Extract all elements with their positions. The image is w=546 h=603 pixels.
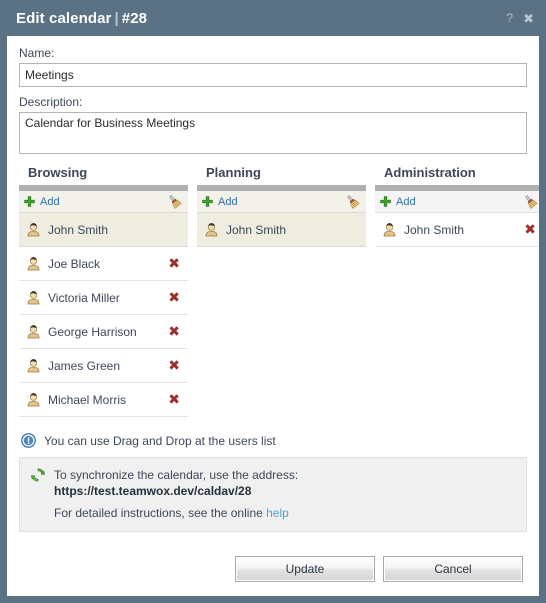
user-name: John Smith	[48, 222, 109, 237]
column-title-administration: Administration	[384, 165, 476, 180]
avatar	[26, 324, 41, 339]
close-icon[interactable]: ✖	[523, 12, 534, 25]
remove-user-icon[interactable]: ✖	[524, 223, 536, 237]
help-link[interactable]: help	[266, 506, 289, 520]
dialog-body: Name: Description: Calendar for Business…	[7, 36, 539, 596]
update-button[interactable]: Update	[235, 556, 375, 582]
user-name: John Smith	[226, 222, 287, 237]
avatar	[382, 222, 397, 237]
remove-user-icon[interactable]: ✖	[168, 393, 180, 407]
column-title-browsing: Browsing	[28, 165, 88, 180]
user-name: Michael Morris	[48, 392, 127, 407]
plus-icon[interactable]	[24, 196, 35, 207]
list-item[interactable]: John Smith	[19, 213, 188, 247]
plus-icon[interactable]	[380, 196, 391, 207]
list-item[interactable]: Michael Morris ✖	[19, 383, 188, 417]
cancel-button[interactable]: Cancel	[383, 556, 523, 582]
dragdrop-text: You can use Drag and Drop at the users l…	[44, 433, 276, 448]
description-textarea[interactable]: Calendar for Business Meetings	[19, 112, 527, 154]
user-name: George Harrison	[48, 324, 137, 339]
column-header-administration: Add	[375, 191, 539, 213]
sync-info-box: To synchronize the calendar, use the add…	[19, 457, 527, 532]
title-label: Edit calendar	[16, 9, 112, 27]
remove-user-icon[interactable]: ✖	[168, 257, 180, 271]
question-mark-icon[interactable]: ?	[506, 12, 513, 24]
broom-icon[interactable]	[345, 194, 360, 209]
add-user-link-browsing[interactable]: Add	[40, 196, 60, 208]
user-name: Victoria Miller	[48, 290, 120, 305]
name-label: Name:	[19, 46, 55, 60]
avatar	[26, 256, 41, 271]
name-input[interactable]	[19, 63, 527, 87]
broom-icon[interactable]	[523, 194, 538, 209]
avatar	[204, 222, 219, 237]
broom-icon[interactable]	[167, 194, 182, 209]
dialog-footer: Update Cancel	[7, 556, 539, 596]
title-bar-buttons: ? ✖	[506, 12, 534, 25]
column-administration: Administration Add John Smith ✖	[375, 165, 539, 417]
user-list-planning: John Smith	[197, 213, 366, 247]
user-name: Joe Black	[48, 256, 101, 271]
avatar	[26, 392, 41, 407]
info-icon	[21, 433, 36, 448]
avatar	[26, 290, 41, 305]
column-browsing: Browsing Add John Smith Joe Black ✖ Vict…	[19, 165, 188, 417]
user-name: James Green	[48, 358, 121, 373]
description-label: Description:	[19, 95, 83, 109]
user-list-administration: John Smith ✖	[375, 213, 539, 247]
sync-help-prefix: For detailed instructions, see the onlin…	[54, 506, 267, 520]
page-title: Edit calendar | #28	[16, 10, 147, 27]
sync-body: To synchronize the calendar, use the add…	[54, 467, 298, 521]
record-id: #28	[121, 9, 148, 27]
user-list-browsing: John Smith Joe Black ✖ Victoria Miller ✖…	[19, 213, 188, 417]
column-title-planning: Planning	[206, 165, 261, 180]
list-item[interactable]: Victoria Miller ✖	[19, 281, 188, 315]
sync-url: https://test.teamwox.dev/caldav/28	[54, 484, 252, 498]
add-user-link-administration[interactable]: Add	[396, 196, 416, 208]
remove-user-icon[interactable]: ✖	[168, 325, 180, 339]
title-bar: Edit calendar | #28 ? ✖	[0, 0, 546, 36]
avatar	[26, 222, 41, 237]
list-item[interactable]: John Smith ✖	[375, 213, 539, 247]
permission-columns: Browsing Add John Smith Joe Black ✖ Vict…	[19, 165, 539, 417]
remove-user-icon[interactable]: ✖	[168, 291, 180, 305]
title-separator: |	[114, 9, 119, 27]
add-user-link-planning[interactable]: Add	[218, 196, 238, 208]
dialog-content: Name: Description: Calendar for Business…	[7, 36, 539, 556]
plus-icon[interactable]	[202, 196, 213, 207]
list-item[interactable]: James Green ✖	[19, 349, 188, 383]
column-planning: Planning Add John Smith	[197, 165, 366, 417]
list-item[interactable]: John Smith	[197, 213, 366, 247]
dragdrop-note: You can use Drag and Drop at the users l…	[21, 433, 527, 448]
sync-icon	[30, 467, 46, 483]
list-item[interactable]: George Harrison ✖	[19, 315, 188, 349]
column-header-planning: Add	[197, 191, 366, 213]
sync-help-line: For detailed instructions, see the onlin…	[54, 505, 298, 521]
user-name: John Smith	[404, 222, 465, 237]
column-header-browsing: Add	[19, 191, 188, 213]
avatar	[26, 358, 41, 373]
remove-user-icon[interactable]: ✖	[168, 359, 180, 373]
list-item[interactable]: Joe Black ✖	[19, 247, 188, 281]
sync-instruction: To synchronize the calendar, use the add…	[54, 468, 299, 482]
dialog-window: Edit calendar|#28 ? ✖ Name: Description:…	[0, 0, 546, 603]
